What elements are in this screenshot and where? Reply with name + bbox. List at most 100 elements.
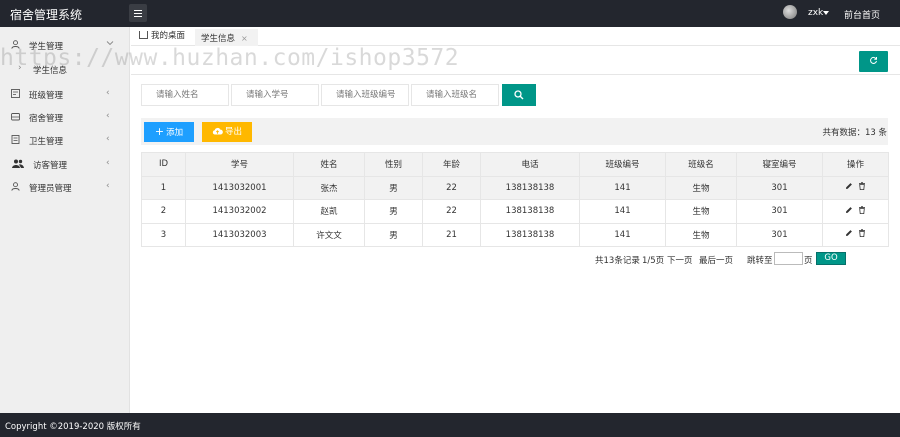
class-number-search-input[interactable]	[321, 84, 409, 106]
pager-current-page: 1/5页	[642, 256, 665, 266]
cell-class-name: 生物	[665, 222, 737, 247]
cell-id: 3	[141, 222, 186, 247]
cell-phone: 138138138	[480, 199, 580, 224]
col-header-phone: 电话	[480, 152, 580, 177]
sidebar-item-admin[interactable]: 管理员管理 ‹	[0, 176, 130, 198]
search-button[interactable]	[502, 84, 536, 106]
sidebar-item-visitors[interactable]: 访客管理 ‹	[0, 153, 130, 175]
tab-my-desktop[interactable]: 我的桌面	[139, 27, 194, 46]
cell-name: 许文文	[293, 222, 365, 247]
edit-icon[interactable]	[845, 229, 853, 237]
tab-label: 我的桌面	[151, 31, 186, 41]
front-page-link[interactable]: 前台首页	[844, 8, 880, 21]
cell-gender: 男	[364, 199, 423, 224]
student-table: ID 学号 姓名 性别 年龄 电话 班级编号 班级名 寝室编号 操作 1 141…	[141, 152, 889, 247]
cell-age: 21	[422, 222, 481, 247]
edit-icon[interactable]	[845, 206, 853, 214]
chevron-left-icon: ‹	[106, 134, 110, 144]
chevron-left-icon: ‹	[106, 111, 110, 121]
cell-room-no: 301	[736, 175, 823, 200]
pager-record-count: 共13条记录	[595, 256, 640, 266]
sidebar-item-label: 卫生管理	[29, 137, 64, 147]
cell-student-no: 1413032002	[185, 199, 294, 224]
copyright-text: Copyright ©2019-2020 版权所有	[5, 422, 141, 432]
sidebar: 学生管理 › 学生信息 班级管理 ‹ 宿舍管理 ‹ 卫生管理 ‹ 访客管理 ‹	[0, 27, 130, 413]
pager-next-link[interactable]: 下一页	[667, 254, 693, 266]
student-id-search-input[interactable]	[231, 84, 319, 106]
chevron-left-icon: ‹	[106, 88, 110, 98]
admin-icon	[11, 182, 20, 191]
hamburger-icon	[134, 10, 142, 11]
cell-actions	[822, 175, 889, 200]
cell-room-no: 301	[736, 199, 823, 224]
home-icon	[139, 31, 148, 39]
cell-class-no: 141	[579, 175, 666, 200]
refresh-button[interactable]	[859, 51, 888, 72]
col-header-actions: 操作	[822, 152, 889, 177]
cell-class-name: 生物	[665, 199, 737, 224]
col-header-age: 年龄	[422, 152, 481, 177]
watermark-text: https://www.huzhan.com/ishop3572	[0, 45, 460, 71]
cell-id: 1	[141, 175, 186, 200]
user-name[interactable]: zxk	[808, 8, 823, 18]
go-button[interactable]: GO	[816, 252, 846, 265]
col-header-id: ID	[141, 152, 186, 177]
class-icon	[11, 89, 20, 98]
sidebar-item-dorm[interactable]: 宿舍管理 ‹	[0, 106, 130, 128]
hygiene-icon	[11, 135, 20, 144]
cell-actions	[822, 222, 889, 247]
cell-student-no: 1413032003	[185, 222, 294, 247]
cell-age: 22	[422, 175, 481, 200]
col-header-room-no: 寝室编号	[736, 152, 823, 177]
cell-class-name: 生物	[665, 175, 737, 200]
table-toolbar: + 添加 导出 共有数据：13 条	[141, 118, 888, 145]
export-button[interactable]: 导出	[202, 122, 252, 142]
dorm-icon	[11, 112, 20, 121]
plus-icon: +	[154, 125, 165, 138]
chevron-left-icon: ‹	[106, 158, 110, 168]
cell-age: 22	[422, 199, 481, 224]
pager-page-unit: 页	[804, 256, 813, 266]
page-jump-input[interactable]	[774, 252, 803, 265]
total-count: 共有数据：13 条	[822, 128, 887, 138]
refresh-icon	[870, 56, 877, 64]
cloud-upload-icon	[212, 127, 223, 135]
delete-icon[interactable]	[858, 229, 866, 238]
caret-down-icon[interactable]	[823, 11, 829, 15]
edit-icon[interactable]	[845, 182, 853, 190]
footer: Copyright ©2019-2020 版权所有	[0, 413, 900, 437]
cell-gender: 男	[364, 175, 423, 200]
cell-gender: 男	[364, 222, 423, 247]
add-button[interactable]: + 添加	[144, 122, 194, 142]
cell-room-no: 301	[736, 222, 823, 247]
top-header: 宿舍管理系统 zxk 前台首页	[0, 0, 900, 27]
cell-phone: 138138138	[480, 175, 580, 200]
tab-label: 学生信息	[201, 34, 236, 44]
close-icon[interactable]: ×	[241, 34, 248, 43]
table-row: 3 1413032003 许文文 男 21 138138138 141 生物 3…	[141, 222, 889, 247]
sidebar-item-label: 宿舍管理	[29, 114, 64, 124]
menu-toggle-button[interactable]	[129, 4, 147, 22]
sidebar-item-class[interactable]: 班级管理 ‹	[0, 83, 130, 105]
sidebar-item-hygiene[interactable]: 卫生管理 ‹	[0, 129, 130, 151]
cell-student-no: 1413032001	[185, 175, 294, 200]
delete-icon[interactable]	[858, 206, 866, 214]
chevron-left-icon: ‹	[106, 181, 110, 191]
class-name-search-input[interactable]	[411, 84, 499, 106]
pager-last-link[interactable]: 最后一页	[699, 254, 733, 266]
tab-bar: 我的桌面 学生信息 ×	[131, 27, 900, 46]
sidebar-item-label: 班级管理	[29, 91, 64, 101]
tab-student-info[interactable]: 学生信息 ×	[195, 27, 258, 46]
search-icon	[514, 90, 524, 100]
col-header-student-no: 学号	[185, 152, 294, 177]
table-header-row: ID 学号 姓名 性别 年龄 电话 班级编号 班级名 寝室编号 操作	[141, 152, 889, 177]
table-row: 1 1413032001 张杰 男 22 138138138 141 生物 30…	[141, 175, 889, 200]
cell-phone: 138138138	[480, 222, 580, 247]
name-search-input[interactable]	[141, 84, 229, 106]
pager-jump-label: 跳转至	[747, 256, 773, 266]
cell-id: 2	[141, 199, 186, 224]
col-header-class-no: 班级编号	[579, 152, 666, 177]
visitors-icon	[12, 159, 24, 168]
delete-icon[interactable]	[858, 182, 866, 191]
avatar[interactable]	[783, 5, 797, 19]
